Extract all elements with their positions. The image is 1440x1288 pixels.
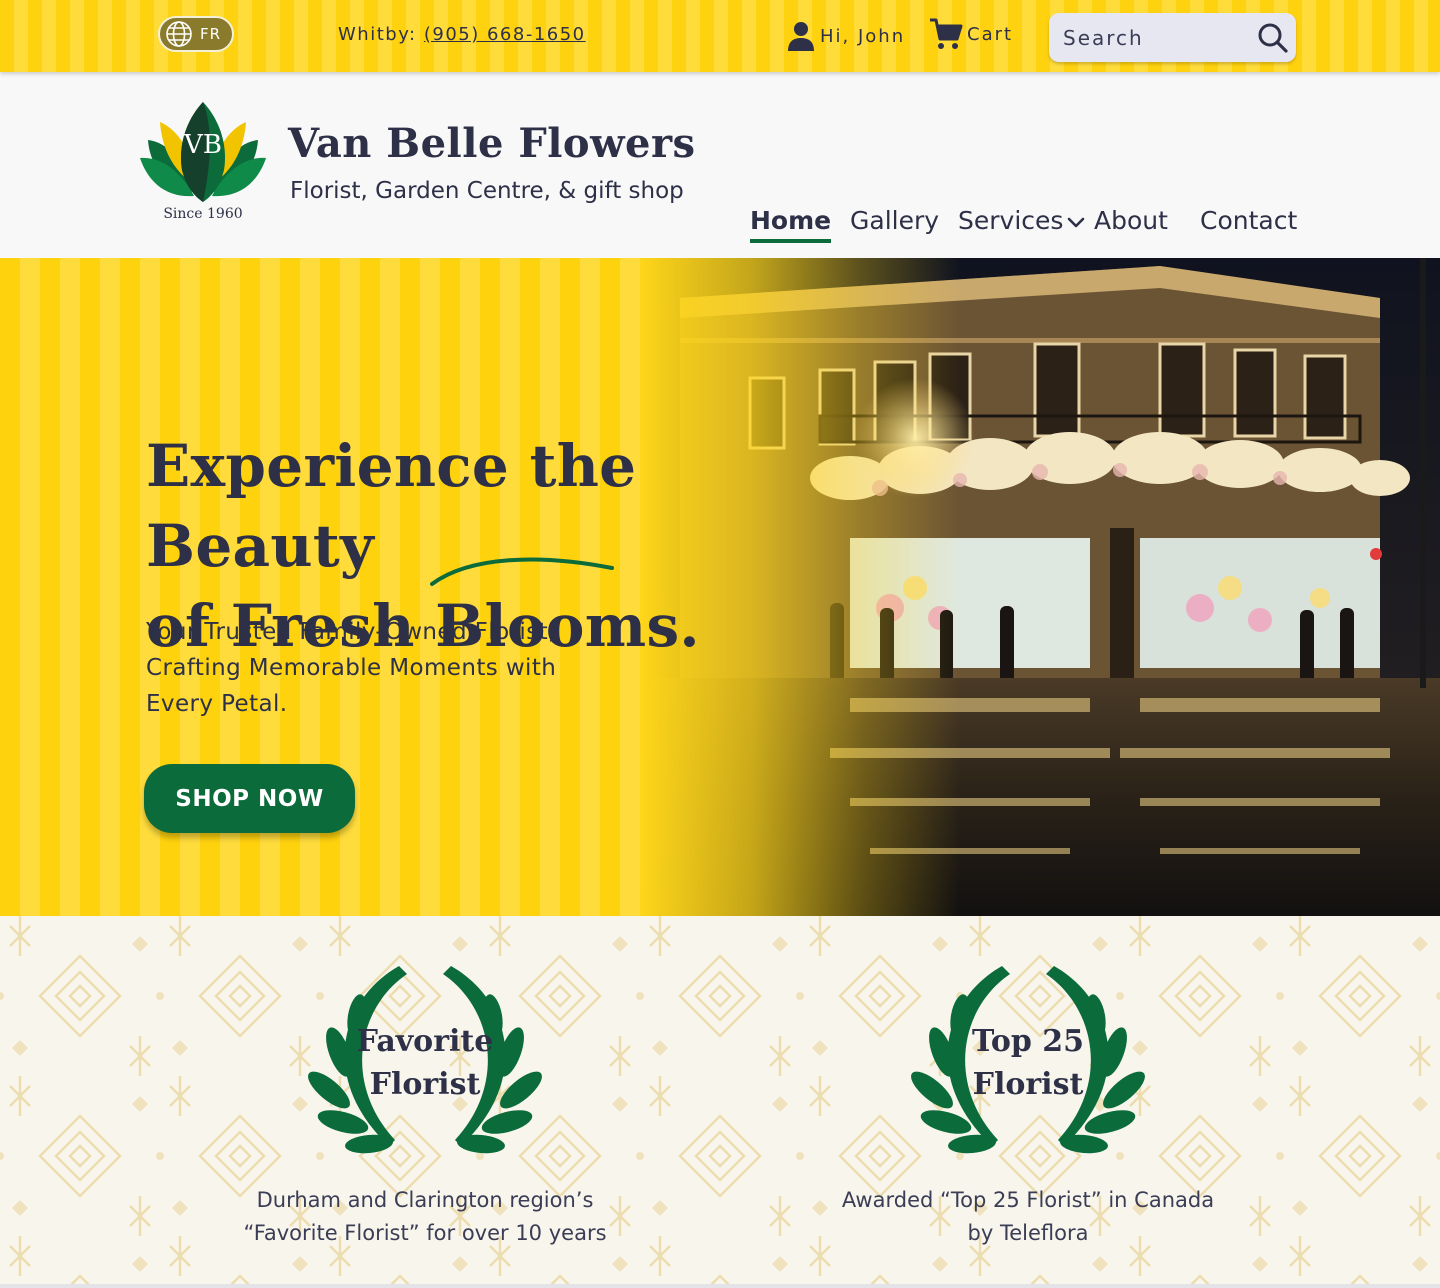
language-toggle-button[interactable]: FR bbox=[158, 16, 234, 52]
user-icon bbox=[788, 22, 814, 51]
nav-item-contact[interactable]: Contact bbox=[1200, 206, 1297, 235]
language-label: FR bbox=[200, 25, 222, 43]
nav-item-gallery[interactable]: Gallery bbox=[850, 206, 939, 235]
award-title-line1: Favorite bbox=[356, 1024, 494, 1059]
main-nav: Home Gallery Services About Contact bbox=[0, 206, 1440, 246]
site-header: VB Since 1960 Van Belle Flowers Florist,… bbox=[0, 72, 1440, 258]
award-desc-line1: Durham and Clarington region’s bbox=[256, 1188, 594, 1212]
brand-name: Van Belle Flowers bbox=[288, 120, 696, 167]
nav-item-services-label: Services bbox=[958, 206, 1064, 235]
cart-icon bbox=[930, 18, 963, 49]
user-greeting: Hi, John bbox=[820, 25, 906, 47]
award-title: Top 25 Florist bbox=[902, 1020, 1154, 1106]
award-description: Awarded “Top 25 Florist” in Canada by Te… bbox=[808, 1184, 1248, 1250]
nav-item-about[interactable]: About bbox=[1094, 206, 1168, 235]
nav-item-home[interactable]: Home bbox=[750, 206, 832, 243]
hero-section: Experience the Beauty of Fresh Blooms. Y… bbox=[0, 258, 1440, 916]
account-link[interactable]: Hi, John bbox=[786, 20, 905, 52]
search-box bbox=[1049, 13, 1296, 62]
shop-now-button[interactable]: SHOP NOW bbox=[144, 764, 355, 833]
award-title-line1: Top 25 bbox=[971, 1024, 1085, 1059]
phone-link[interactable]: (905) 668-1650 bbox=[424, 24, 586, 45]
globe-icon bbox=[166, 21, 192, 47]
award-title: Favorite Florist bbox=[299, 1020, 551, 1106]
store-phone: Whitby: (905) 668-1650 bbox=[338, 24, 586, 45]
top-utility-bar: FR Whitby: (905) 668-1650 Hi, John Cart bbox=[0, 0, 1440, 72]
cart-link[interactable]: Cart bbox=[928, 16, 1013, 52]
chevron-down-icon bbox=[1068, 217, 1085, 227]
hero-subtext: Your Trusted Family-Owned Florist, Craft… bbox=[146, 619, 557, 717]
search-input[interactable] bbox=[1049, 13, 1249, 62]
award-description: Durham and Clarington region’s “Favorite… bbox=[205, 1184, 645, 1250]
award-title-line2: Florist bbox=[369, 1067, 481, 1102]
page-bottom-divider bbox=[0, 1284, 1440, 1288]
logo-monogram: VB bbox=[184, 130, 222, 160]
awards-section: Favorite Florist Durham and Clarington r… bbox=[0, 916, 1440, 1284]
phone-prefix: Whitby: bbox=[338, 24, 417, 45]
award-desc-line2: “Favorite Florist” for over 10 years bbox=[243, 1221, 607, 1245]
award-desc-line2: by Teleflora bbox=[967, 1221, 1089, 1245]
award-top25-florist: Top 25 Florist Awarded “Top 25 Florist” … bbox=[808, 956, 1248, 1256]
brand-tagline: Florist, Garden Centre, & gift shop bbox=[290, 178, 684, 204]
cart-label: Cart bbox=[967, 23, 1014, 45]
underline-swoosh bbox=[430, 557, 614, 586]
nav-item-services[interactable]: Services bbox=[958, 206, 1087, 235]
award-favorite-florist: Favorite Florist Durham and Clarington r… bbox=[205, 956, 645, 1256]
award-title-line2: Florist bbox=[972, 1067, 1084, 1102]
award-desc-line1: Awarded “Top 25 Florist” in Canada bbox=[841, 1188, 1215, 1212]
search-icon[interactable] bbox=[1257, 22, 1289, 54]
